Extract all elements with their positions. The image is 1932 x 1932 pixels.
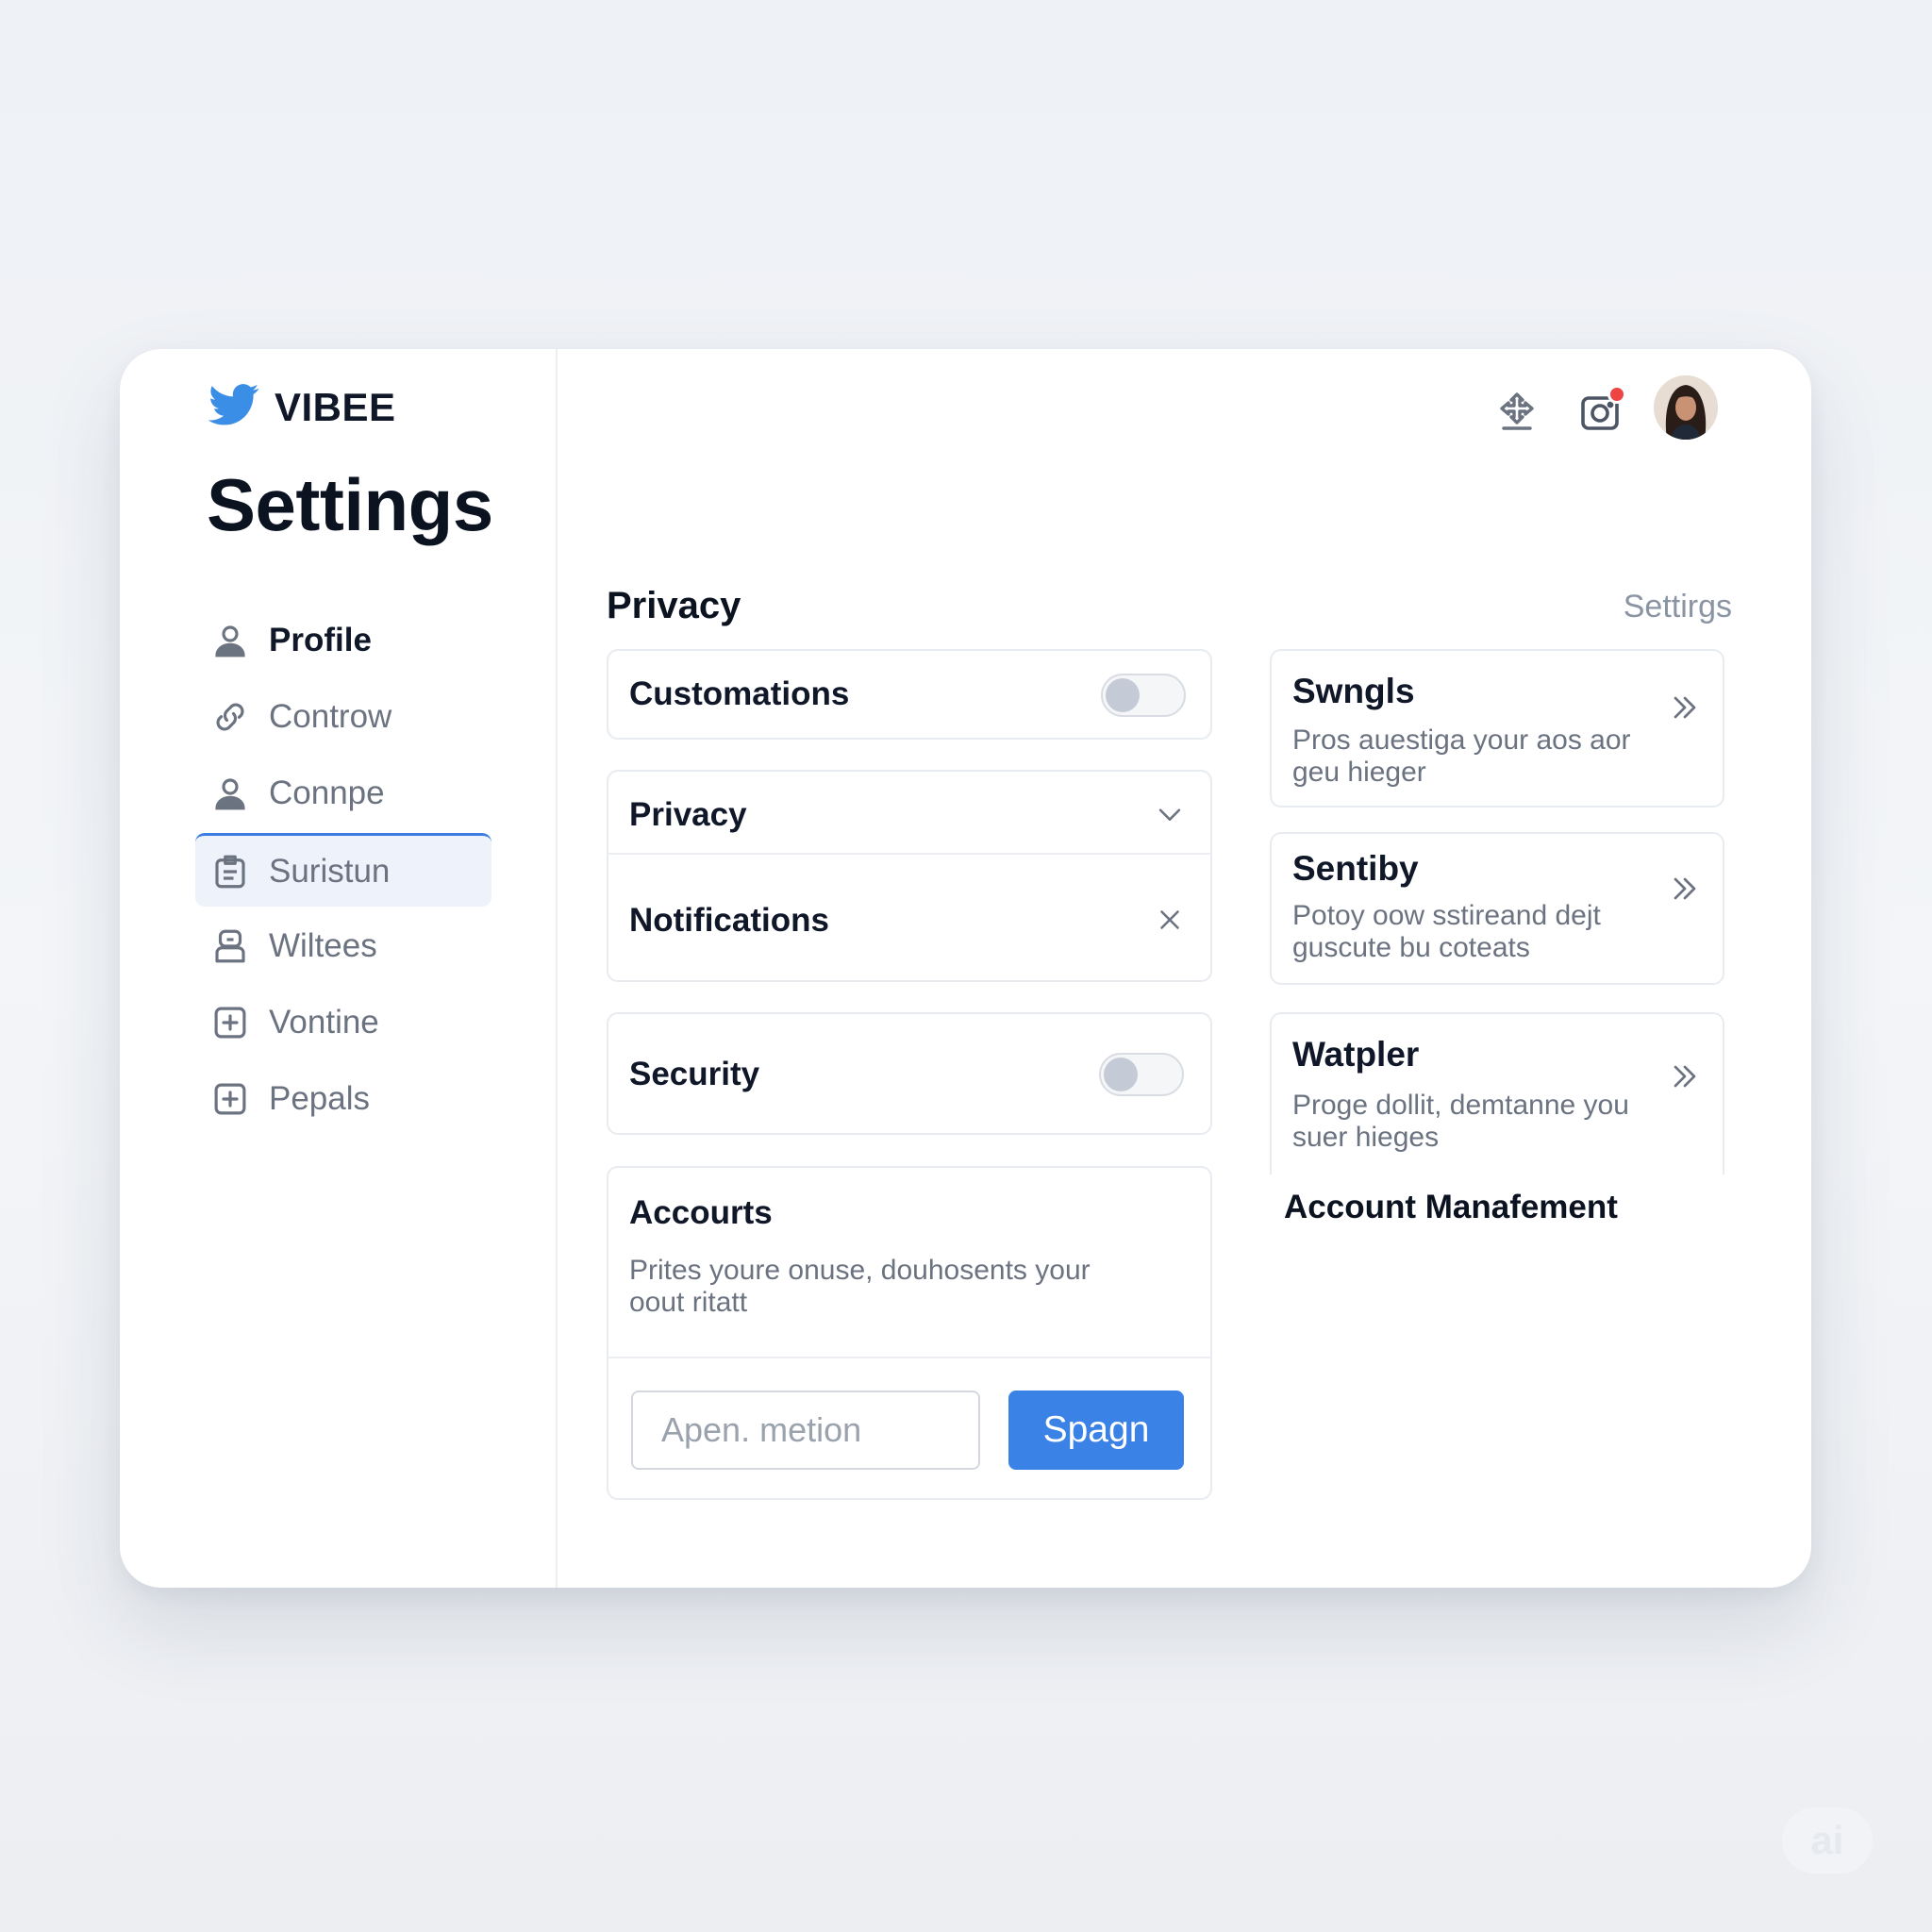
link-edit-icon bbox=[216, 703, 244, 731]
upload-icon[interactable] bbox=[1494, 389, 1540, 434]
camera-button[interactable] bbox=[1577, 385, 1630, 438]
sidebar-item-suristun[interactable]: Suristun bbox=[195, 833, 491, 907]
sidebar-item-profile[interactable]: Profile bbox=[195, 604, 491, 677]
customizations-label: Customations bbox=[629, 675, 850, 712]
sidebar-item-controw[interactable]: Controw bbox=[195, 680, 491, 754]
divider bbox=[608, 1357, 1210, 1358]
watermark-badge: ai bbox=[1782, 1807, 1873, 1874]
sidebar-item-label: Connpe bbox=[269, 774, 385, 811]
sidebar-item-label: Vontine bbox=[269, 1004, 379, 1041]
plus-square-icon bbox=[214, 1083, 246, 1115]
notifications-row-label: Notifications bbox=[629, 902, 829, 939]
sidebar-item-label: Suristun bbox=[269, 852, 391, 890]
account-management-heading: Account Manafement bbox=[1284, 1189, 1618, 1225]
sidebar-nav: Profile Controw Connpe Suristun Wiltees … bbox=[195, 604, 491, 1139]
settings-window: VIBEE Settings Profile Controw Connpe Su… bbox=[120, 349, 1811, 1588]
card-description-line: Proge dollit, demtanne you bbox=[1292, 1090, 1629, 1121]
privacy-group-card: Privacy Notifications bbox=[607, 770, 1212, 982]
spagn-button[interactable]: Spagn bbox=[1008, 1391, 1184, 1470]
section-title: Privacy bbox=[607, 585, 741, 626]
sidebar-item-label: Wiltees bbox=[269, 927, 377, 964]
sidebar-item-label: Profile bbox=[269, 622, 372, 658]
accounts-card: Accourts Prites youre onuse, douhosents … bbox=[607, 1166, 1212, 1500]
chevron-double-right-icon bbox=[1674, 696, 1696, 719]
notification-badge bbox=[1607, 385, 1626, 404]
card-description-line: suer hieges bbox=[1292, 1122, 1440, 1153]
accounts-title: Accourts bbox=[629, 1194, 773, 1231]
chevron-double-right-icon bbox=[1674, 877, 1696, 900]
sentiby-card[interactable]: Sentiby Potoy oow sstireand dejt guscute… bbox=[1270, 832, 1724, 985]
user-icon bbox=[215, 778, 245, 810]
sidebar-item-label: Pepals bbox=[269, 1080, 371, 1117]
clipboard-icon bbox=[215, 855, 245, 888]
robot-icon bbox=[215, 929, 245, 963]
sidebar-item-label: Controw bbox=[269, 698, 392, 735]
card-description-line: guscute bu coteats bbox=[1292, 932, 1530, 963]
sidebar-item-pepals[interactable]: Pepals bbox=[195, 1062, 491, 1136]
card-title: Swngls bbox=[1292, 672, 1415, 710]
user-icon bbox=[215, 625, 245, 658]
accounts-description: Prites youre onuse, douhosents your oout… bbox=[629, 1255, 1091, 1319]
card-title: Sentiby bbox=[1292, 849, 1419, 888]
chevron-down-icon[interactable] bbox=[1154, 798, 1186, 830]
breadcrumb[interactable]: Settirgs bbox=[1624, 589, 1732, 625]
sidebar-item-connpe[interactable]: Connpe bbox=[195, 757, 491, 830]
brand[interactable]: VIBEE bbox=[207, 383, 396, 432]
chevron-double-right-icon bbox=[1674, 1065, 1696, 1088]
avatar-portrait bbox=[1654, 375, 1718, 440]
bird-logo-icon bbox=[208, 384, 258, 425]
sidebar-item-wiltees[interactable]: Wiltees bbox=[195, 909, 491, 983]
card-description: Potoy oow sstireand dejt guscute bu cote… bbox=[1292, 900, 1601, 964]
security-label: Security bbox=[629, 1056, 760, 1092]
card-title: Watpler bbox=[1292, 1035, 1420, 1074]
accounts-input[interactable] bbox=[631, 1391, 980, 1470]
swngls-card[interactable]: Swngls Pros auestiga your aos aor geu hi… bbox=[1270, 649, 1724, 808]
customizations-toggle[interactable] bbox=[1101, 674, 1186, 717]
card-description-line: Pros auestiga your aos aor bbox=[1292, 724, 1631, 756]
security-toggle[interactable] bbox=[1099, 1053, 1184, 1096]
customizations-card: Customations bbox=[607, 649, 1212, 740]
divider bbox=[608, 853, 1210, 855]
card-description-line: Potoy oow sstireand dejt bbox=[1292, 900, 1601, 931]
close-icon[interactable] bbox=[1154, 904, 1186, 936]
watpler-card[interactable]: Watpler Proge dollit, demtanne you suer … bbox=[1270, 1012, 1724, 1174]
sidebar: VIBEE Settings Profile Controw Connpe Su… bbox=[120, 349, 558, 1588]
card-description: Pros auestiga your aos aor geu hieger bbox=[1292, 724, 1631, 789]
card-description-line: geu hieger bbox=[1292, 757, 1426, 788]
brand-name: VIBEE bbox=[275, 385, 396, 429]
card-description: Proge dollit, demtanne you suer hieges bbox=[1292, 1090, 1629, 1154]
accounts-description-line: oout ritatt bbox=[629, 1287, 748, 1318]
sidebar-item-vontine[interactable]: Vontine bbox=[195, 986, 491, 1059]
accounts-description-line: Prites youre onuse, douhosents your bbox=[629, 1255, 1091, 1286]
page-title: Settings bbox=[207, 463, 493, 546]
plus-square-icon bbox=[214, 1007, 246, 1039]
privacy-row-label: Privacy bbox=[629, 796, 747, 833]
user-avatar[interactable] bbox=[1654, 375, 1718, 440]
security-card: Security bbox=[607, 1012, 1212, 1135]
